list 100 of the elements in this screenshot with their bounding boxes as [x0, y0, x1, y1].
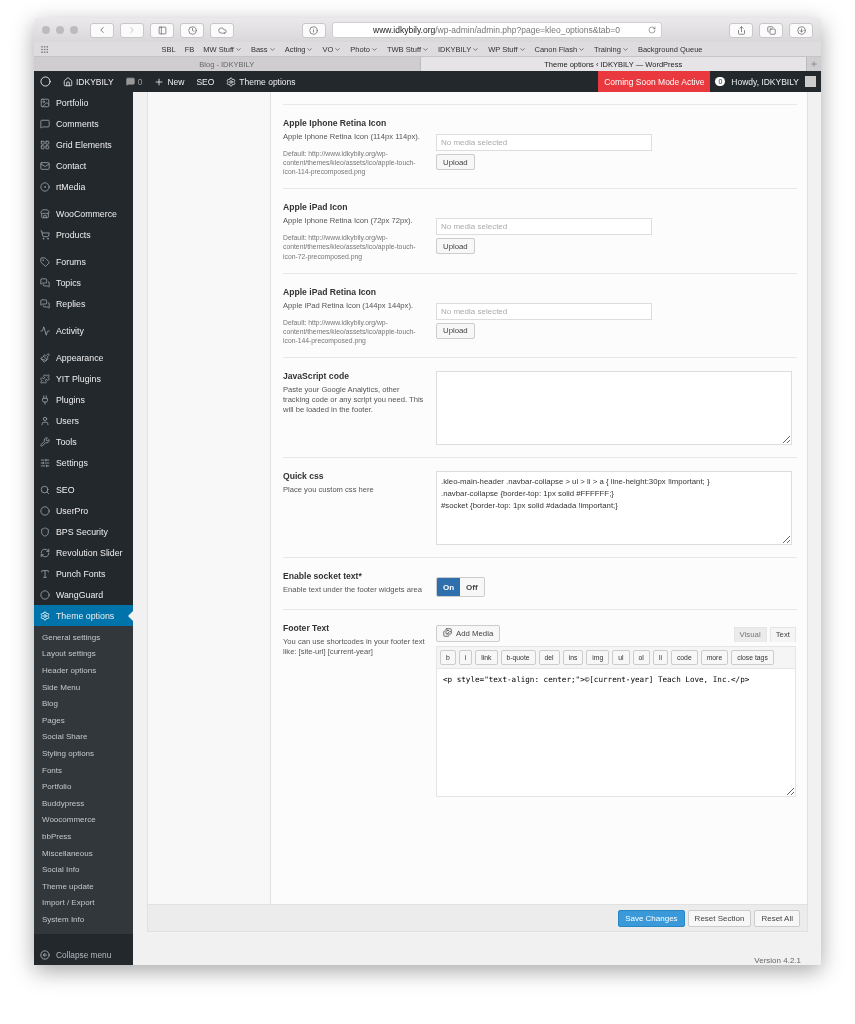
sidebar-item[interactable]: Revolution Slider	[34, 542, 133, 563]
menu-icon	[40, 457, 50, 468]
menu-icon	[40, 256, 50, 267]
toggle-option[interactable]: Off	[460, 578, 484, 597]
new-link[interactable]: New	[148, 71, 191, 92]
submenu-item[interactable]: Header options	[34, 662, 133, 679]
submenu-item[interactable]: Styling options	[34, 745, 133, 762]
menu-icon	[40, 568, 50, 579]
close-light-icon[interactable]	[42, 26, 50, 34]
submenu-item[interactable]: Woocommerce	[34, 811, 133, 829]
chevron-right-icon	[127, 25, 137, 35]
sidebar-item[interactable]: Replies	[34, 293, 133, 314]
submenu-item[interactable]: Social Info	[34, 861, 133, 878]
sidebar-item[interactable]: Users	[34, 410, 133, 431]
media-url-field[interactable]: No media selected	[436, 134, 652, 151]
sidebar-item[interactable]: Tools	[34, 431, 133, 452]
code-textarea[interactable]	[436, 371, 792, 446]
sidebar-item[interactable]: rtMedia	[34, 176, 133, 197]
sidebar-item[interactable]: Comments	[34, 113, 133, 134]
minimize-light-icon[interactable]	[56, 26, 64, 34]
sidebar-item[interactable]: Portfolio	[34, 92, 133, 113]
collapse-icon	[40, 949, 50, 960]
chevron-down-icon	[621, 45, 629, 53]
media-url-field[interactable]: No media selected	[436, 218, 652, 236]
sidebar-item[interactable]: Appearance	[34, 347, 133, 368]
submenu-item[interactable]: Blog	[34, 695, 133, 712]
info-icon	[309, 25, 318, 35]
grid-icon[interactable]	[40, 44, 49, 54]
comments-link[interactable]: 0	[119, 71, 149, 92]
sidebar-item[interactable]: Products	[34, 224, 133, 245]
chevron-down-icon	[370, 45, 378, 53]
submenu-item[interactable]: bbPress	[34, 828, 133, 845]
submenu-item[interactable]: Miscellaneous	[34, 844, 133, 862]
sidebar-item[interactable]: Forums	[34, 251, 133, 272]
menu-icon	[40, 118, 50, 129]
submenu-item[interactable]: Layout settings	[34, 645, 133, 663]
option-title: Quick css	[283, 471, 325, 482]
sidebar-item[interactable]: YIT Plugins	[34, 368, 133, 389]
home-icon	[63, 76, 73, 87]
collapse-menu-button[interactable]: Collapse menu	[34, 939, 133, 965]
submenu-item[interactable]: Portfolio	[34, 778, 133, 795]
submenu-item[interactable]: Fonts	[34, 761, 133, 779]
sidebar-item[interactable]: UserPro	[34, 500, 133, 521]
sidebar-item[interactable]: Topics	[34, 272, 133, 293]
submenu-item[interactable]: Import / Export	[34, 894, 133, 912]
submenu-item[interactable]: Theme update	[34, 877, 133, 895]
submenu-item[interactable]: General settings	[34, 629, 133, 646]
sidebar-item[interactable]: Contact	[34, 155, 133, 176]
sidebar-item[interactable]: SEO	[34, 479, 133, 500]
submenu-item[interactable]: Buddypress	[34, 794, 133, 812]
tabs-button[interactable]	[759, 22, 783, 38]
sidebar-button[interactable]	[150, 22, 174, 38]
submenu-item[interactable]: Side Menu	[34, 678, 133, 696]
menu-icon	[40, 352, 50, 363]
menu-icon	[40, 97, 50, 108]
version-text: Version 4.2.1	[753, 955, 802, 965]
submenu-item[interactable]: System Info	[34, 911, 133, 928]
downloads-button[interactable]	[789, 22, 813, 38]
menu-icon	[40, 505, 50, 516]
back-button[interactable]	[90, 22, 114, 38]
site-link[interactable]: IDKYBILY	[57, 71, 120, 92]
share-button[interactable]	[729, 22, 753, 38]
sidebar-item[interactable]: WangGuard	[34, 584, 133, 605]
chevron-left-icon	[97, 25, 107, 35]
download-icon	[796, 25, 806, 35]
form-action-button[interactable]: Reset All	[754, 909, 800, 927]
share-icon	[736, 25, 746, 35]
sidebar-item[interactable]: Plugins	[34, 389, 133, 410]
submenu-item[interactable]: Social Share	[34, 728, 133, 746]
media-url-field[interactable]: No media selected	[436, 302, 652, 320]
sidebar-item[interactable]: Grid Elements	[34, 134, 133, 155]
media-icon	[443, 628, 452, 638]
history-button[interactable]	[180, 22, 204, 38]
submenu-item[interactable]: Pages	[34, 711, 133, 729]
new-tab-icon[interactable]	[810, 60, 818, 68]
theme-options-link[interactable]: Theme options	[220, 71, 302, 92]
sidebar-item[interactable]: Settings	[34, 452, 133, 473]
forward-button[interactable]	[120, 22, 144, 38]
sidebar-item[interactable]: Activity	[34, 320, 133, 341]
menu-icon	[40, 208, 50, 219]
seo-link[interactable]: SEO	[190, 71, 221, 92]
sidebar-item[interactable]: Punch Fonts	[34, 563, 133, 584]
chevron-down-icon	[234, 45, 242, 53]
comment-icon	[125, 77, 135, 86]
address-field[interactable]: www.idkybily.org/wp-admin/admin.php?page=kleo_options&tab=0	[331, 22, 662, 38]
menu-icon	[40, 436, 50, 447]
toggle-option[interactable]: On	[437, 578, 461, 597]
menu-icon	[40, 229, 50, 240]
sidebar-item[interactable]: Theme options	[34, 605, 133, 626]
sidebar-item[interactable]: WooCommerce	[34, 203, 133, 224]
zoom-light-icon[interactable]	[70, 26, 78, 34]
menu-icon	[40, 526, 50, 537]
howdy-link[interactable]: Howdy, IDKYBILY	[725, 71, 805, 92]
form-action-button[interactable]: Reset Section	[687, 909, 752, 927]
info-button[interactable]	[301, 22, 326, 38]
reload-icon[interactable]	[647, 26, 656, 34]
coming-soon-badge[interactable]: Coming Soon Mode Active	[598, 71, 711, 92]
option-title: JavaScript code	[283, 371, 350, 382]
cloud-button[interactable]	[210, 22, 234, 38]
sidebar-item[interactable]: BPS Security	[34, 521, 133, 542]
